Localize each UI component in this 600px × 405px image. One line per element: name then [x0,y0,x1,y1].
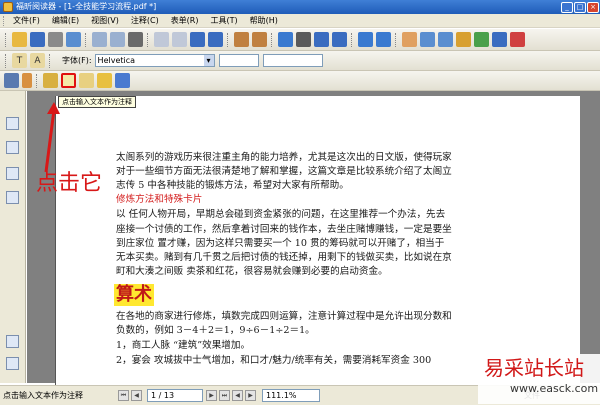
note-icon[interactable] [79,73,94,88]
para3-line3: 1，商工人脉 “建筑”效果增加。 [116,340,251,351]
text-box-icon[interactable]: T [12,53,27,68]
pdf-reader-window: 福昕阅读器 - [1-全技能学习流程.pdf *] _ □ × 文件(F) 编辑… [0,0,600,405]
highlight-icon[interactable] [474,32,489,47]
link-icon[interactable] [492,32,507,47]
font-select[interactable]: Helvetica [94,54,215,67]
left-side-panel [0,91,26,383]
pdf-page: 太阁系列的游戏历来很注重主角的能力培养，尤其是这次出的日文版，使得玩家 对于一些… [55,96,580,396]
search-panel-icon[interactable] [6,357,19,370]
pages-icon[interactable] [6,141,19,154]
para3-line1: 在各地的商家进行修炼，填数完成四则运算，注意计算过程中是允许出现分数和 [116,311,452,322]
bookmarks-icon[interactable] [6,117,19,130]
menu-form[interactable]: 表单(R) [165,14,205,28]
title-bar: 福昕阅读器 - [1-全技能学习流程.pdf *] _ □ × [0,0,600,14]
forward-view-button[interactable]: ▶ [245,390,256,401]
back-view-button[interactable]: ◀ [232,390,243,401]
first-page-icon[interactable] [92,32,107,47]
para3-line4: 2，宴会 攻城拔中士气增加，和口才/魅力/统率有关，需要消耗军资金 300 [116,355,432,366]
section-heading: 算术 [114,284,154,306]
hand-tool-icon[interactable] [402,32,417,47]
para2-line4: 无本买卖。赌到有几千贯之后把讨债的钱还掉，用剩下的钱做买卖，比如说在京 [116,252,452,263]
menu-view[interactable]: 视图(V) [85,14,125,28]
para2-line2: 座接一个讨债的工作，然后拿着讨回来的钱作本，去坐庄赌博赚钱，一定是要坐 [116,224,452,235]
redo-icon[interactable] [252,32,267,47]
tooltip: 点击输入文本作为注释 [58,96,136,108]
fit-width-icon[interactable] [314,32,329,47]
zoom-field[interactable]: 111.1% [262,389,320,402]
main-toolbar [0,29,600,51]
print-icon[interactable] [48,32,63,47]
para2-line3: 到庄家位 置才赚，因为这样只需要买一个 10 贯的筹码就可以开赌了，相当于 [116,238,445,249]
para1-line3: 志传 5 中各种技能的锻炼方法，希望对大家有所帮助。 [116,180,349,191]
annotation-arrow-icon [44,102,60,173]
watermark-title: 易采站长站 [484,356,584,380]
para1-line1: 太阁系列的游戏历来很注重主角的能力培养，尤其是这次出的日文版，使得玩家 [116,152,452,163]
attachments-icon[interactable] [6,191,19,204]
window-title: 福昕阅读器 - [1-全技能学习流程.pdf *] [16,2,157,11]
status-text: 点击输入文本作为注释 [3,391,83,400]
font-size-select[interactable] [218,54,259,67]
save-icon[interactable] [30,32,45,47]
comment-toolbar [0,71,600,91]
maximize-button[interactable]: □ [574,1,586,13]
click-it-annotation: 点击它 [36,171,103,196]
last-page-icon[interactable] [110,32,125,47]
snapshot-icon[interactable] [438,32,453,47]
menu-file[interactable]: 文件(F) [7,14,46,28]
zoom-in-icon[interactable] [278,32,293,47]
watermark: 易采站长站 www.easck.com [478,354,600,404]
info-icon[interactable] [510,32,525,47]
open-icon[interactable] [12,32,27,47]
menu-edit[interactable]: 编辑(E) [46,14,85,28]
typewriter-icon[interactable] [456,32,471,47]
para1-line2: 对于一些细节方面无法很清楚地了解和掌握，这篇文章是比较系统介绍了太阁立 [116,166,452,177]
arrow-tool-icon[interactable] [115,73,130,88]
comments-icon[interactable] [6,167,19,180]
menu-bar: 文件(F) 编辑(E) 视图(V) 注释(C) 表单(R) 工具(T) 帮助(H… [0,14,600,28]
back-icon[interactable] [154,32,169,47]
watermark-url: www.easck.com [510,382,599,395]
subtitle: 修炼方法和特殊卡片 [116,194,203,205]
text-annotation-icon[interactable] [61,73,76,88]
zoom-dropdown-icon[interactable] [296,32,311,47]
minimize-button[interactable]: _ [561,1,573,13]
two-page-icon[interactable] [208,32,223,47]
close-button[interactable]: × [587,1,599,13]
find-icon[interactable] [128,32,143,47]
para2-line5: 町和大湊之间贩 卖茶和红花，很容易就会赚到必要的启动资金。 [116,266,388,277]
menu-help[interactable]: 帮助(H) [244,14,284,28]
undo-icon[interactable] [234,32,249,47]
fit-page-icon[interactable] [332,32,347,47]
layers-icon[interactable] [6,335,19,348]
stamp-icon[interactable] [43,73,58,88]
email-icon[interactable] [66,32,81,47]
menu-tools[interactable]: 工具(T) [205,14,244,28]
prev-page-button[interactable]: ◀ [131,390,142,401]
select-text-icon[interactable] [420,32,435,47]
app-icon [3,2,13,12]
next-page-button[interactable]: ▶ [206,390,217,401]
zoom-out-icon[interactable] [358,32,373,47]
para2-line1: 以 任何人物开局，早期总会碰到资金紧张的问题，在这里推荐一个办法，先去 [116,209,446,220]
font-style-select[interactable] [262,54,323,67]
page-icon[interactable] [190,32,205,47]
zoom-plus-icon[interactable] [376,32,391,47]
pencil-icon[interactable] [4,73,19,88]
last-page-button[interactable]: ⏭ [219,390,230,401]
comment-note-icon[interactable] [97,73,112,88]
text-color-icon[interactable]: A [30,53,45,68]
font-label: 字体(F): [62,56,92,65]
format-toolbar: T A 字体(F): Helvetica [0,51,600,71]
para3-line2: 负数的，例如 3－4＋2＝1，9÷6－1÷2＝1。 [116,325,315,336]
pencil-dropdown-icon[interactable] [22,73,32,88]
forward-icon[interactable] [172,32,187,47]
page-number-field[interactable]: 1 / 13 [147,389,203,402]
menu-comment[interactable]: 注释(C) [125,14,165,28]
first-page-button[interactable]: ⏮ [118,390,129,401]
